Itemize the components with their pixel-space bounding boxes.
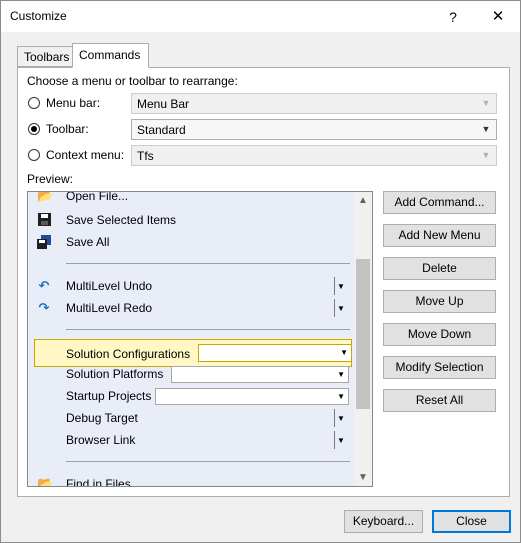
toolbar-value: Standard: [137, 123, 186, 137]
find-in-files-icon: 📂: [37, 476, 54, 487]
open-folder-icon: 📂: [37, 192, 54, 203]
context-menu-value: Tfs: [137, 149, 154, 163]
browser-link-label: Browser Link: [66, 433, 136, 447]
list-item[interactable]: ↷ MultiLevel Redo: [28, 297, 354, 319]
toolbar-radio[interactable]: [28, 123, 40, 135]
chevron-down-icon[interactable]: ▼: [354, 469, 372, 486]
reset-all-button[interactable]: Reset All: [383, 389, 496, 412]
list-item[interactable]: Browser Link: [28, 429, 354, 451]
chevron-down-icon[interactable]: ▼: [337, 414, 345, 424]
list-item[interactable]: Debug Target: [28, 407, 354, 429]
add-command-button[interactable]: Add Command...: [383, 191, 496, 214]
preview-toolbar-items: 📂 Open File... Save Selected Items Save …: [28, 192, 354, 486]
delete-button[interactable]: Delete: [383, 257, 496, 280]
find-in-files-label: Find in Files: [66, 477, 131, 486]
separator: [66, 263, 350, 264]
close-button[interactable]: Close: [432, 510, 511, 533]
solution-config-label: Solution Configurations: [66, 347, 191, 361]
preview-list[interactable]: 📂 Open File... Save Selected Items Save …: [27, 191, 373, 487]
list-item[interactable]: Save All: [28, 231, 354, 253]
chevron-down-icon: ▼: [481, 98, 491, 108]
chevron-down-icon: ▼: [481, 150, 491, 160]
redo-label: MultiLevel Redo: [66, 301, 153, 315]
list-item[interactable]: ↶ MultiLevel Undo: [28, 275, 354, 297]
list-item[interactable]: 📂 Find in Files: [28, 473, 354, 487]
context-menu-combo: Tfs ▼: [131, 145, 497, 166]
undo-icon: ↶: [38, 278, 50, 293]
redo-icon: ↷: [38, 300, 50, 315]
move-down-button[interactable]: Move Down: [383, 323, 496, 346]
chevron-down-icon[interactable]: ▼: [479, 122, 493, 137]
toolbar-combo[interactable]: Standard ▼: [131, 119, 497, 140]
move-up-button[interactable]: Move Up: [383, 290, 496, 313]
toolbar-label: Toolbar:: [46, 122, 89, 136]
keyboard-button[interactable]: Keyboard...: [344, 510, 423, 533]
menu-bar-value: Menu Bar: [137, 97, 190, 111]
undo-label: MultiLevel Undo: [66, 279, 153, 293]
solution-platforms-combo[interactable]: ▼: [171, 366, 349, 383]
help-icon[interactable]: ?: [433, 4, 473, 30]
menu-bar-radio[interactable]: [28, 97, 40, 109]
menu-bar-label: Menu bar:: [46, 96, 101, 110]
debug-target-label: Debug Target: [66, 411, 138, 425]
open-file-label: Open File...: [66, 192, 129, 203]
separator: [66, 329, 350, 330]
context-menu-radio[interactable]: [28, 149, 40, 161]
separator: [66, 461, 350, 462]
close-icon[interactable]: ✕: [478, 4, 518, 30]
startup-projects-label: Startup Projects: [66, 389, 152, 403]
chevron-down-icon[interactable]: ▼: [337, 392, 345, 401]
chevron-up-icon[interactable]: ▲: [354, 192, 372, 209]
title-bar: Customize ? ✕: [1, 1, 520, 32]
chevron-down-icon[interactable]: ▼: [340, 348, 348, 357]
save-icon: [37, 213, 51, 227]
save-all-icon: [37, 235, 51, 249]
window-title: Customize: [10, 9, 67, 23]
customize-dialog: Customize ? ✕ Toolbars Commands Choose a…: [0, 0, 521, 543]
chevron-down-icon[interactable]: ▼: [337, 436, 345, 446]
chevron-down-icon[interactable]: ▼: [337, 370, 345, 379]
split-divider: [334, 409, 335, 427]
split-divider: [334, 277, 335, 295]
chevron-down-icon[interactable]: ▼: [337, 304, 345, 314]
context-menu-label: Context menu:: [46, 148, 125, 162]
preview-label: Preview:: [27, 172, 74, 186]
solution-config-combo[interactable]: ▼: [198, 344, 352, 362]
split-divider: [334, 431, 335, 449]
solution-platforms-label: Solution Platforms: [66, 367, 164, 381]
tab-commands[interactable]: Commands: [72, 43, 149, 68]
split-divider: [334, 299, 335, 317]
modify-selection-button[interactable]: Modify Selection: [383, 356, 496, 379]
chevron-down-icon[interactable]: ▼: [337, 282, 345, 292]
scrollbar-thumb[interactable]: [356, 259, 370, 409]
startup-projects-combo[interactable]: ▼: [155, 388, 349, 405]
choose-heading: Choose a menu or toolbar to rearrange:: [27, 74, 238, 88]
list-item[interactable]: Save Selected Items: [28, 209, 354, 231]
menu-bar-combo: Menu Bar ▼: [131, 93, 497, 114]
tab-toolbars[interactable]: Toolbars: [17, 46, 73, 67]
add-new-menu-button[interactable]: Add New Menu: [383, 224, 496, 247]
preview-scrollbar[interactable]: ▲ ▼: [354, 192, 372, 486]
list-item[interactable]: 📂 Open File...: [28, 192, 354, 207]
save-all-label: Save All: [66, 235, 110, 249]
save-selected-label: Save Selected Items: [66, 213, 177, 227]
